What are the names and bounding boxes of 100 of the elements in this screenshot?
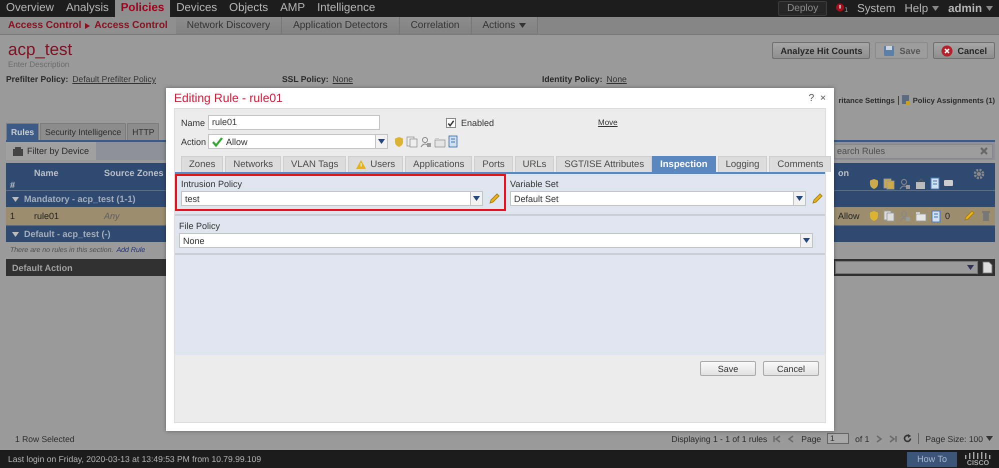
subnav-tab[interactable]: Application Detectors	[282, 17, 400, 34]
clear-icon	[980, 147, 988, 155]
dialog-button[interactable]: Cancel	[763, 361, 819, 376]
pencil-icon	[963, 210, 975, 222]
page-input[interactable]: 1	[827, 433, 850, 444]
dialog-button[interactable]: Save	[700, 361, 756, 376]
gear-icon	[973, 168, 985, 180]
policy-select[interactable]: test	[181, 191, 483, 206]
field-label: Identity Policy:	[542, 74, 602, 84]
ssl-link[interactable]: None	[332, 74, 353, 84]
prefilter-link[interactable]: Default Prefilter Policy	[72, 74, 156, 84]
field-label: Prefilter Policy:	[6, 74, 68, 84]
policy-tab[interactable]: HTTP	[127, 123, 160, 140]
subnav-tab[interactable]: Correlation	[400, 17, 472, 34]
column-header: #	[10, 180, 16, 190]
action-select[interactable]: Allow	[208, 134, 388, 149]
caret-icon	[378, 139, 385, 144]
file-policy-select[interactable]: None	[179, 233, 813, 248]
first-page-icon	[773, 434, 782, 442]
nav-tab[interactable]: Devices	[170, 0, 224, 17]
header-button[interactable]: Analyze Hit Counts	[772, 42, 870, 59]
field-label: Variable Set	[510, 179, 560, 189]
system-menu[interactable]: System	[857, 2, 896, 14]
checkbox-label: Enabled	[461, 118, 494, 128]
identity-link[interactable]: None	[606, 74, 627, 84]
nav-tab[interactable]: Intelligence	[311, 0, 382, 17]
documents-icon	[883, 210, 895, 222]
rule-tab[interactable]: VLAN Tags	[283, 156, 346, 172]
pencil-icon	[811, 192, 823, 204]
rule-tab[interactable]: Logging	[718, 156, 768, 172]
variable-set-select[interactable]: Default Set	[510, 191, 806, 206]
rule-tab[interactable]: Inspection	[652, 156, 716, 172]
user-lock-icon	[420, 136, 432, 148]
alert-icon	[836, 3, 844, 14]
shield-icon	[869, 210, 879, 222]
deploy-button[interactable]: Deploy	[778, 1, 828, 16]
selection-count: 1 Row Selected	[15, 434, 75, 444]
nav-tab[interactable]: Analysis	[60, 0, 115, 17]
user-lock-icon	[899, 210, 911, 222]
cancel-icon	[941, 44, 954, 56]
close-button[interactable]: ×	[820, 92, 826, 104]
help-menu[interactable]: Help	[904, 2, 940, 14]
field-label: Intrusion Policy	[181, 179, 244, 189]
rule-tab[interactable]: Users	[348, 156, 404, 172]
caret-icon	[986, 6, 993, 11]
subnav-tab[interactable]: Network Discovery	[176, 17, 282, 34]
how-to-button[interactable]: How To	[907, 452, 957, 466]
column-header: Source Zones	[104, 168, 165, 178]
caret-icon	[519, 23, 526, 28]
nav-tab[interactable]: Objects	[223, 0, 274, 17]
rule-tab[interactable]: Applications	[405, 156, 472, 172]
check-icon	[212, 136, 223, 146]
shield-icon	[869, 178, 879, 190]
previous-page-icon	[787, 434, 796, 442]
rule-tab[interactable]: URLs	[514, 156, 554, 172]
caret-icon	[932, 6, 940, 11]
table-cell-text: rule01	[34, 211, 60, 221]
document-icon	[982, 261, 993, 274]
documents-icon	[883, 178, 895, 190]
field-label: Action	[181, 136, 208, 146]
caret-icon	[986, 436, 993, 441]
pencil-icon	[488, 192, 500, 204]
hit-count: 0	[945, 211, 950, 221]
nav-tab[interactable]: AMP	[274, 0, 312, 17]
rule-tab[interactable]: Comments	[769, 156, 832, 172]
page-label: Page	[801, 434, 822, 444]
caret-icon	[473, 196, 480, 201]
move-link[interactable]: Move	[598, 118, 618, 127]
policy-tab[interactable]: Rules	[6, 123, 40, 140]
separator-icon	[85, 22, 90, 28]
nav-tab[interactable]: Overview	[0, 0, 60, 17]
save-icon	[883, 44, 896, 56]
rule-tab[interactable]: Ports	[474, 156, 513, 172]
policy-title: acp_test	[8, 40, 72, 60]
scroll-icon	[930, 177, 940, 190]
user-menu[interactable]: admin	[948, 2, 993, 14]
device-icon	[13, 146, 23, 156]
page-size-menu[interactable]: Page Size: 100	[925, 434, 993, 444]
subnav-tab[interactable]: Actions	[472, 17, 538, 34]
name-field[interactable]: rule01	[208, 115, 380, 130]
table-cell-text: Allow	[837, 211, 861, 221]
rule-tab[interactable]: Zones	[181, 156, 224, 172]
last-login-text: Last login on Friday, 2020-03-13 at 13:49:53 PM from 10.79.99.109	[8, 454, 262, 464]
comment-icon	[944, 180, 953, 188]
column-header: Name	[34, 168, 60, 178]
field-label: SSL Policy:	[282, 74, 329, 84]
shield-icon	[394, 136, 404, 148]
help-button[interactable]: ?	[808, 92, 814, 104]
rule-tab[interactable]: Networks	[225, 156, 281, 172]
dialog-title: Editing Rule - rule01	[174, 91, 283, 105]
header-button[interactable]: Cancel	[933, 42, 995, 59]
filter-button[interactable]: Filter by Device	[6, 142, 96, 160]
rule-tab[interactable]: SGT/ISE Attributes	[556, 156, 652, 172]
column-header: on	[837, 168, 850, 178]
caret-icon	[803, 238, 810, 243]
enabled-checkbox[interactable]	[446, 118, 456, 128]
policy-tab[interactable]: Security Intelligence	[40, 123, 126, 140]
scroll-icon	[448, 135, 458, 148]
last-page-icon	[889, 434, 898, 442]
table-cell-text: 1	[10, 211, 16, 221]
